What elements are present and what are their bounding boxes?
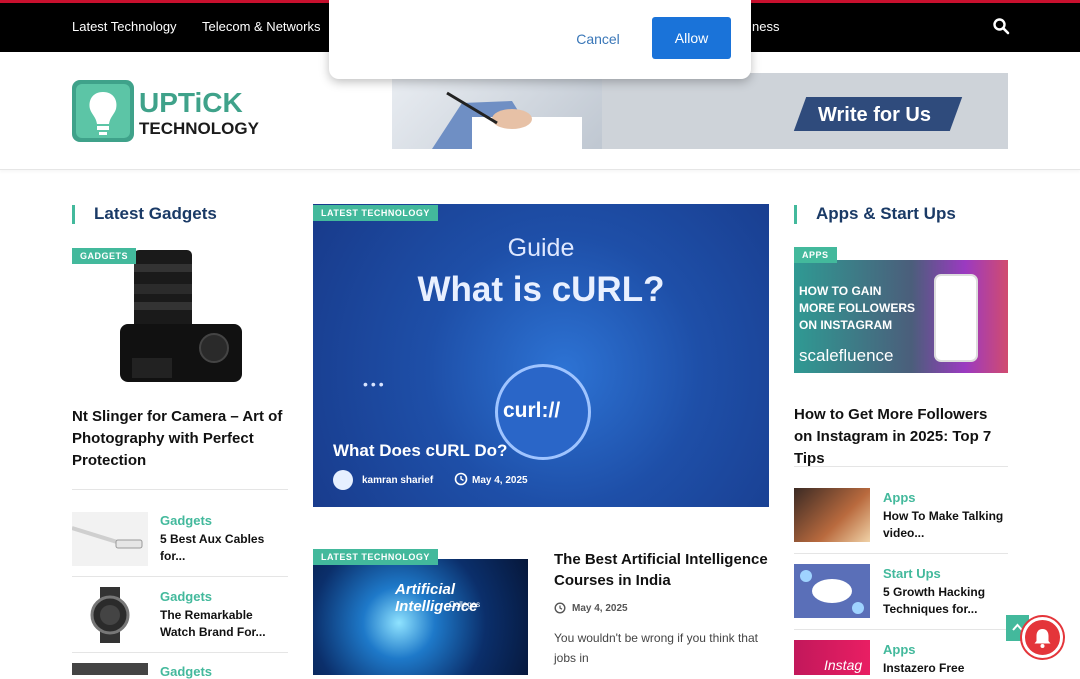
thumb-talking-video[interactable] (794, 488, 870, 542)
featured-post-title-left[interactable]: Nt Slinger for Camera – Art of Photograp… (72, 406, 288, 472)
clock-icon (554, 602, 566, 614)
list-item-category[interactable]: Gadgets (160, 664, 212, 679)
list-item-title[interactable]: 5 Best Aux Cables for... (160, 531, 288, 565)
tag-apps[interactable]: APPS (794, 247, 837, 263)
camera-icon (120, 250, 242, 382)
insta-image-line2: MORE FOLLOWERS (799, 301, 915, 315)
banner-cta-label: Write for Us (818, 104, 931, 126)
list-item-category[interactable]: Gadgets (160, 589, 212, 604)
nav-item-telecom-networks[interactable]: Telecom & Networks (202, 19, 320, 34)
clock-icon (454, 472, 468, 486)
hero-post[interactable]: Guide What is cURL? ••• curl:// What Doe… (313, 204, 769, 507)
tag-latest-technology[interactable]: LATEST TECHNOLOGY (313, 205, 438, 221)
cancel-button[interactable]: Cancel (557, 22, 639, 56)
instagram-followers-image[interactable]: HOW TO GAIN MORE FOLLOWERS ON INSTAGRAM … (794, 260, 1008, 373)
thumb-watch[interactable] (72, 587, 148, 643)
ai-courses-date: May 4, 2025 (572, 603, 628, 614)
bell-icon (1034, 629, 1051, 648)
camera-image[interactable] (72, 244, 288, 392)
bulb-logo-icon: UPTiCK TECHNOLOGY (72, 80, 260, 142)
allow-button[interactable]: Allow (652, 17, 731, 59)
list-item-category[interactable]: Apps (883, 642, 916, 657)
list-item-title[interactable]: 5 Growth Hacking Techniques for... (883, 584, 1008, 618)
section-title-apps-startups: Apps & Start Ups (794, 204, 956, 224)
hero-image-guide-text: Guide (507, 234, 575, 262)
ai-courses-post-title[interactable]: The Best Artificial Intelligence Courses… (554, 549, 768, 591)
notification-permission-dialog: Cancel Allow (329, 0, 751, 79)
hero-author[interactable]: kamran sharief (362, 475, 433, 486)
tag-gadgets[interactable]: GADGETS (72, 248, 137, 264)
section-title-latest-gadgets: Latest Gadgets (72, 204, 217, 224)
thumb-gadget[interactable] (72, 663, 148, 675)
hero-image-heading: What is cURL? (417, 270, 665, 309)
author-avatar (333, 470, 353, 490)
tag-latest-technology[interactable]: LATEST TECHNOLOGY (313, 549, 438, 565)
list-item-title[interactable]: The Remarkable Watch Brand For... (160, 607, 288, 641)
ai-thumb-subtext: Colleges (449, 600, 481, 609)
nav-item-business[interactable]: ness (752, 19, 779, 34)
write-for-us-banner[interactable]: Write for Us (392, 73, 1008, 149)
phone-icon (934, 274, 978, 362)
featured-post-title-right[interactable]: How to Get More Followers on Instagram i… (794, 404, 1008, 470)
insta-image-line1: HOW TO GAIN (799, 284, 882, 298)
divider (794, 629, 1008, 630)
list-item-category[interactable]: Apps (883, 490, 916, 505)
ai-thumb-text: Artificial Intelligence (395, 581, 478, 615)
svg-text:UPTiCK: UPTiCK (139, 87, 243, 118)
list-item-title[interactable]: How To Make Talking video... (883, 508, 1008, 542)
divider (794, 466, 1008, 467)
list-item-title[interactable]: Instazero Free (883, 660, 1008, 677)
list-item-category[interactable]: Start Ups (883, 566, 941, 581)
insta-thumb-text: Instag (824, 657, 863, 673)
ai-courses-excerpt: You wouldn't be wrong if you think that … (554, 631, 758, 665)
notification-bell-button[interactable] (1022, 617, 1063, 658)
site-logo[interactable]: UPTiCK TECHNOLOGY (72, 80, 268, 144)
hero-image-dots: ••• (363, 376, 387, 392)
list-item-category[interactable]: Gadgets (160, 513, 212, 528)
nav-item-latest-technology[interactable]: Latest Technology (72, 19, 177, 34)
insta-image-line3: ON INSTAGRAM (799, 318, 893, 332)
hero-post-title[interactable]: What Does cURL Do? (333, 441, 507, 461)
thumb-aux-cables[interactable] (72, 512, 148, 566)
ai-courses-thumbnail[interactable]: Artificial Intelligence Colleges (313, 559, 528, 675)
thumb-instazero[interactable]: Instag (794, 640, 870, 675)
svg-text:TECHNOLOGY: TECHNOLOGY (139, 119, 260, 138)
divider (72, 489, 288, 490)
divider (794, 553, 1008, 554)
hero-date: May 4, 2025 (472, 475, 528, 486)
curl-logo-text: curl:// (503, 399, 561, 422)
divider (72, 652, 288, 653)
thumb-growth-hacking[interactable] (794, 564, 870, 618)
insta-image-brand: scalefluence (799, 346, 894, 365)
divider (72, 576, 288, 577)
banner-photo (392, 73, 602, 149)
search-icon[interactable] (992, 17, 1010, 35)
